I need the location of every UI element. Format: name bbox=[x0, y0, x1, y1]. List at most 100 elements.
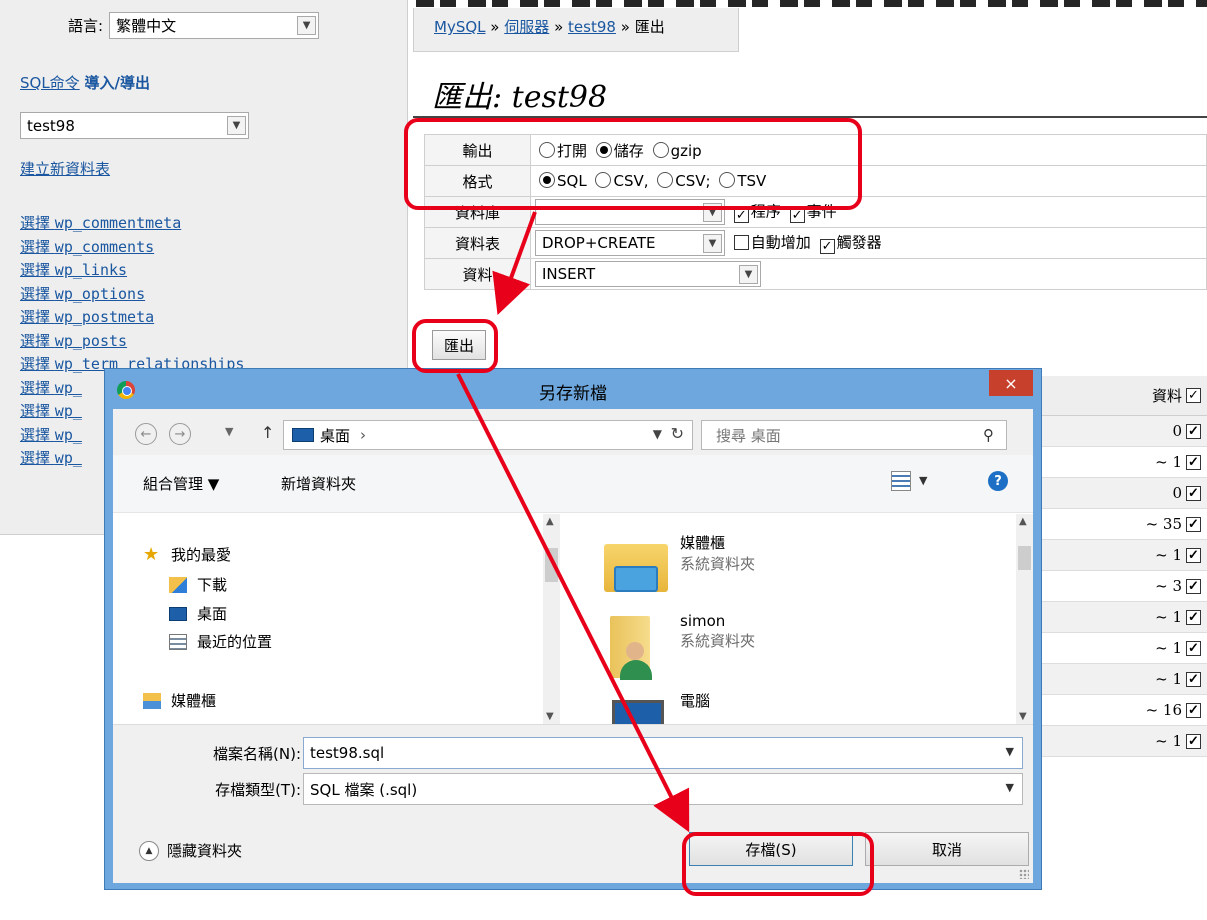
forward-arrow-icon[interactable]: → bbox=[169, 423, 191, 445]
recent-locations-icon[interactable]: ▼ bbox=[225, 425, 233, 438]
select-table-link[interactable]: 選擇 wp_ bbox=[20, 426, 82, 444]
language-value: 繁體中文 bbox=[116, 17, 177, 35]
refresh-icon[interactable]: ↻ bbox=[671, 424, 684, 443]
file-list-scrollbar[interactable]: ▲ ▼ bbox=[1016, 514, 1033, 724]
row-checkbox[interactable]: ✓ bbox=[1186, 702, 1201, 718]
output-radio-open[interactable] bbox=[539, 141, 555, 158]
filetype-select[interactable]: SQL 檔案 (.sql) ▼ bbox=[303, 773, 1023, 805]
row-checkbox[interactable]: ✓ bbox=[1186, 671, 1201, 687]
scroll-down-icon[interactable]: ▼ bbox=[546, 711, 554, 722]
search-icon: ⚲ bbox=[983, 426, 994, 444]
save-button[interactable]: 存檔(S) bbox=[689, 832, 853, 866]
format-radio-csv-comma[interactable] bbox=[595, 172, 612, 188]
view-options-icon[interactable] bbox=[891, 471, 911, 491]
nav-item-downloads[interactable]: 下載 bbox=[169, 574, 227, 595]
file-name: 媒體櫃 bbox=[680, 534, 726, 552]
scroll-thumb[interactable] bbox=[545, 548, 558, 582]
breadcrumb-server[interactable]: 伺服器 bbox=[504, 18, 549, 36]
nav-item-label: 下載 bbox=[197, 576, 228, 594]
routines-checkbox[interactable]: ✓ bbox=[733, 207, 749, 223]
select-table-link[interactable]: 選擇 wp_ bbox=[20, 449, 82, 467]
data-row: 資料 INSERT ▼ bbox=[424, 258, 1207, 290]
nav-item-desktop[interactable]: 桌面 bbox=[169, 603, 227, 624]
select-word: 選擇 bbox=[20, 331, 51, 350]
select-table-link[interactable]: 選擇 wp_options bbox=[20, 285, 145, 303]
row-checkbox[interactable]: ✓ bbox=[1186, 578, 1201, 594]
organize-menu[interactable]: 組合管理 ▼ bbox=[143, 473, 219, 494]
row-checkbox[interactable]: ✓ bbox=[1186, 609, 1201, 625]
output-options: 打開 儲存 gzip bbox=[530, 134, 1207, 166]
scroll-up-icon[interactable]: ▲ bbox=[1019, 516, 1027, 527]
chevron-down-icon[interactable]: ▼ bbox=[919, 474, 927, 487]
select-table-link[interactable]: 選擇 wp_posts bbox=[20, 332, 127, 350]
chevron-down-icon[interactable]: ▼ bbox=[1006, 745, 1014, 758]
filename-input[interactable]: test98.sql ▼ bbox=[303, 737, 1023, 769]
sql-command-link[interactable]: SQL命令 bbox=[20, 74, 80, 92]
help-icon[interactable]: ? bbox=[988, 471, 1008, 491]
scroll-thumb[interactable] bbox=[1018, 546, 1031, 570]
nav-scrollbar[interactable]: ▲ ▼ bbox=[543, 514, 560, 724]
desktop-icon bbox=[292, 428, 314, 442]
table-name: wp_links bbox=[54, 261, 128, 279]
row-checkbox[interactable]: ✓ bbox=[1186, 516, 1201, 532]
row-checkbox[interactable]: ✓ bbox=[1186, 454, 1201, 470]
select-table-link[interactable]: 選擇 wp_commentmeta bbox=[20, 214, 181, 232]
scroll-up-icon[interactable]: ▲ bbox=[546, 516, 554, 527]
row-checkbox[interactable]: ✓ bbox=[1186, 485, 1201, 501]
format-radio-tsv[interactable] bbox=[719, 172, 736, 188]
import-export-link[interactable]: 導入/導出 bbox=[84, 74, 149, 92]
format-radio-sql[interactable] bbox=[539, 172, 555, 188]
output-radio-save[interactable] bbox=[595, 141, 612, 158]
output-option-label: gzip bbox=[670, 141, 702, 160]
row-checkbox[interactable]: ✓ bbox=[1186, 547, 1201, 563]
row-checkbox[interactable]: ✓ bbox=[1186, 640, 1201, 656]
new-folder-button[interactable]: 新增資料夾 bbox=[281, 473, 356, 494]
table-summary-rows: 0 ✓ ~ 1 ✓ 0 ✓ ~ 35 ✓ ~ 1 ✓ ~ 3 ✓ ~ 1 ✓ ~ 1 ✓ ~ 1 ✓ ~ 16 ✓ ~ … bbox=[1040, 416, 1207, 757]
cancel-button[interactable]: 取消 bbox=[865, 832, 1029, 866]
scroll-down-icon[interactable]: ▼ bbox=[1019, 711, 1027, 722]
address-bar[interactable]: 桌面 › ▼ ↻ bbox=[283, 420, 693, 450]
output-radio-gzip[interactable] bbox=[652, 141, 669, 158]
data-column-checkbox[interactable]: ✓ bbox=[1186, 388, 1201, 403]
table-row: ~ 1 ✓ bbox=[1040, 633, 1207, 664]
nav-item-libraries[interactable]: 媒體櫃 bbox=[143, 690, 216, 711]
dialog-close-button[interactable]: × bbox=[989, 370, 1033, 396]
format-radio-csv-semicolon[interactable] bbox=[657, 172, 674, 188]
database-options: ▼ ✓ 程序 ✓ 事件 bbox=[530, 196, 1207, 228]
auto-increment-checkbox[interactable] bbox=[733, 234, 749, 250]
triggers-checkbox[interactable]: ✓ bbox=[819, 238, 835, 254]
data-mode-select[interactable]: INSERT ▼ bbox=[535, 261, 761, 287]
events-checkbox[interactable]: ✓ bbox=[789, 207, 805, 223]
select-word: 選擇 bbox=[20, 425, 51, 444]
nav-item-favorites[interactable]: ★ 我的最愛 bbox=[143, 544, 231, 565]
file-name: simon bbox=[680, 612, 726, 630]
breadcrumb-mysql[interactable]: MySQL bbox=[434, 18, 486, 36]
hide-folders-toggle[interactable]: ▲ 隱藏資料夾 bbox=[139, 840, 242, 861]
row-checkbox[interactable]: ✓ bbox=[1186, 733, 1201, 749]
select-table-link[interactable]: 選擇 wp_ bbox=[20, 402, 82, 420]
back-arrow-icon[interactable]: ← bbox=[135, 423, 157, 445]
select-table-link[interactable]: 選擇 wp_comments bbox=[20, 238, 154, 256]
database-select[interactable]: test98 ▼ bbox=[20, 112, 249, 139]
select-table-link[interactable]: 選擇 wp_ bbox=[20, 379, 82, 397]
select-table-link[interactable]: 選擇 wp_links bbox=[20, 261, 127, 279]
table-list-item: 選擇 wp_links bbox=[20, 259, 244, 283]
file-item-user[interactable]: simon 系統資料夾 bbox=[600, 612, 755, 682]
language-select[interactable]: 繁體中文 ▼ bbox=[109, 12, 320, 39]
up-arrow-icon[interactable]: ↑ bbox=[261, 423, 274, 442]
tables-mode-select[interactable]: DROP+CREATE ▼ bbox=[535, 230, 725, 256]
database-mode-select[interactable]: ▼ bbox=[535, 199, 725, 225]
breadcrumb-db[interactable]: test98 bbox=[568, 18, 616, 36]
select-table-link[interactable]: 選擇 wp_postmeta bbox=[20, 308, 154, 326]
file-item-computer[interactable]: 電腦 bbox=[600, 690, 710, 724]
chevron-down-icon[interactable]: ▼ bbox=[1006, 781, 1014, 794]
filetype-row: 存檔類型(T): SQL 檔案 (.sql) ▼ bbox=[113, 773, 1033, 805]
row-checkbox[interactable]: ✓ bbox=[1186, 423, 1201, 439]
export-button[interactable]: 匯出 bbox=[432, 330, 486, 360]
search-input[interactable]: 搜尋 桌面 ⚲ bbox=[701, 420, 1007, 450]
create-table-link[interactable]: 建立新資料表 bbox=[20, 158, 110, 179]
resize-grip-icon[interactable] bbox=[1019, 869, 1029, 879]
nav-item-recent[interactable]: 最近的位置 bbox=[169, 631, 272, 652]
file-item-libraries[interactable]: 媒體櫃 系統資料夾 bbox=[600, 532, 755, 602]
chevron-down-icon[interactable]: ▼ bbox=[653, 427, 662, 441]
